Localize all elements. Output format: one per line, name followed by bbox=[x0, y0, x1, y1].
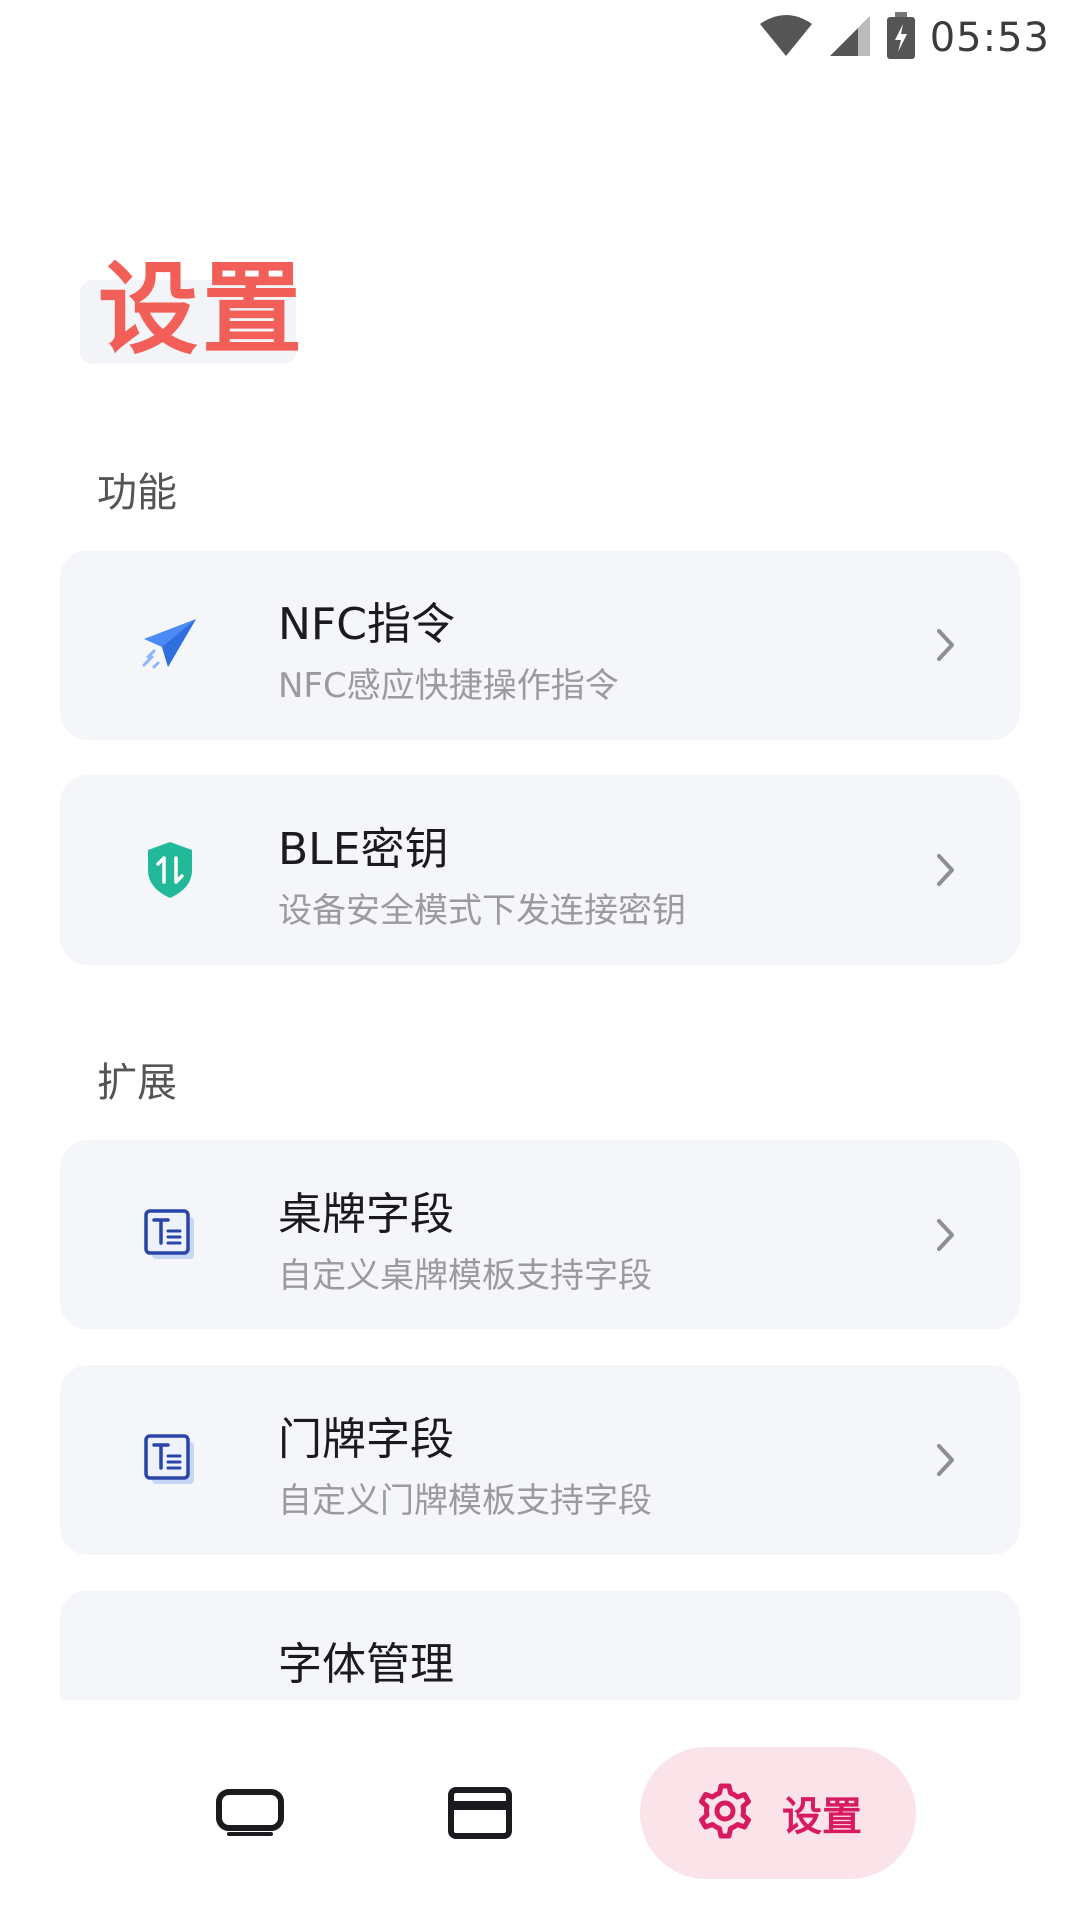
font-icon bbox=[130, 1645, 210, 1700]
item-subtitle: 自定义桌牌模板支持字段 bbox=[278, 1256, 652, 1296]
ble-key-item[interactable]: BLE密钥 设备安全模式下发连接密钥 bbox=[60, 775, 1020, 965]
item-subtitle: 设备安全模式下发连接密钥 bbox=[278, 891, 686, 931]
card-icon bbox=[448, 1787, 512, 1843]
page-title-wrap: 设置 bbox=[80, 250, 306, 370]
section-header-functions: 功能 bbox=[97, 470, 177, 516]
door-sign-fields-item[interactable]: 门牌字段 自定义门牌模板支持字段 bbox=[60, 1365, 1020, 1555]
bottom-nav: 设置 bbox=[0, 1700, 1080, 1920]
display-icon bbox=[215, 1788, 285, 1842]
page-title: 设置 bbox=[98, 251, 306, 368]
nfc-command-item[interactable]: NFC指令 NFC感应快捷操作指令 bbox=[60, 550, 1020, 740]
item-subtitle: 自定义门牌模板支持字段 bbox=[278, 1481, 652, 1521]
font-management-item[interactable]: 字体管理 bbox=[60, 1590, 1020, 1700]
nav-settings-button[interactable]: 设置 bbox=[640, 1747, 916, 1879]
chevron-right-icon bbox=[926, 1210, 966, 1260]
nav-card-button[interactable] bbox=[430, 1765, 530, 1865]
item-title: 门牌字段 bbox=[278, 1414, 454, 1465]
nav-settings-label: 设置 bbox=[782, 1794, 862, 1840]
item-title: NFC指令 bbox=[278, 599, 455, 650]
chevron-right-icon bbox=[926, 620, 966, 670]
scroll-content[interactable]: 设置 功能 NFC指令 NFC感应快捷操作指令 BLE密钥 设备安全模式下发连接… bbox=[0, 0, 1080, 1700]
text-field-icon bbox=[130, 1420, 210, 1500]
nav-display-button[interactable] bbox=[200, 1765, 300, 1865]
item-title: 桌牌字段 bbox=[278, 1189, 454, 1240]
shield-icon bbox=[130, 830, 210, 910]
item-title: BLE密钥 bbox=[278, 824, 449, 875]
item-subtitle: NFC感应快捷操作指令 bbox=[278, 666, 619, 706]
gear-icon bbox=[694, 1780, 756, 1846]
chevron-right-icon bbox=[926, 845, 966, 895]
chevron-right-icon bbox=[926, 1435, 966, 1485]
item-title: 字体管理 bbox=[278, 1639, 454, 1690]
desk-sign-fields-item[interactable]: 桌牌字段 自定义桌牌模板支持字段 bbox=[60, 1140, 1020, 1330]
section-header-extensions: 扩展 bbox=[97, 1060, 177, 1106]
text-field-icon bbox=[130, 1195, 210, 1275]
paper-plane-icon bbox=[130, 605, 210, 685]
